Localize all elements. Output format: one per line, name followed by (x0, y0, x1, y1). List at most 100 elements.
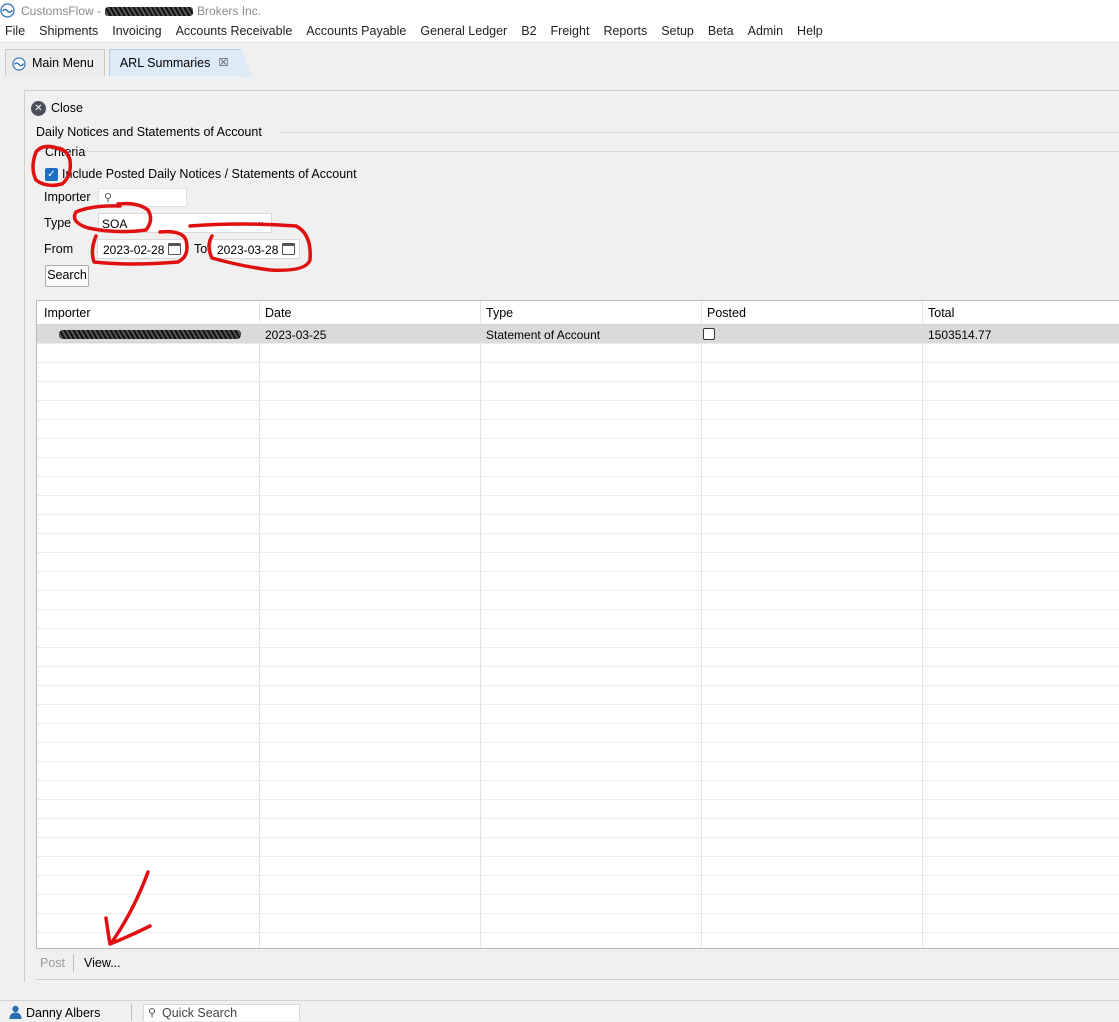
criteria-legend: Criteria (45, 145, 86, 159)
close-label: Close (51, 101, 83, 115)
empty-table-row (37, 439, 1119, 458)
column-header-type[interactable]: Type (486, 306, 513, 320)
menu-b2[interactable]: B2 (514, 22, 543, 42)
search-icon: ⚲ (104, 192, 113, 204)
type-dropdown-value: SOA (102, 217, 128, 231)
from-date-field[interactable]: 2023-02-28 (97, 239, 186, 259)
menu-shipments[interactable]: Shipments (32, 22, 105, 42)
empty-table-row (37, 705, 1119, 724)
user-icon (9, 1005, 22, 1019)
empty-table-row (37, 895, 1119, 914)
chevron-down-icon: ⌄ (256, 216, 265, 227)
importer-search-input[interactable]: ⚲ (98, 188, 187, 207)
empty-table-row (37, 686, 1119, 705)
from-label: From (44, 242, 74, 256)
menu-freight[interactable]: Freight (544, 22, 597, 42)
empty-table-row (37, 838, 1119, 857)
arl-summaries-panel: ✕ Close Daily Notices and Statements of … (24, 90, 1119, 982)
empty-table-row (37, 496, 1119, 515)
empty-table-row (37, 382, 1119, 401)
to-label: To (194, 242, 208, 256)
to-date-value: 2023-03-28 (217, 243, 279, 257)
type-label: Type (44, 216, 72, 230)
app-logo-icon (12, 57, 26, 71)
tab-close-icon[interactable]: ☒ (219, 56, 229, 69)
tab-strip: Main Menu ARL Summaries ☒ (5, 49, 242, 77)
tab-corner (240, 49, 254, 77)
empty-table-row (37, 477, 1119, 496)
include-posted-label: Include Posted Daily Notices / Statement… (62, 167, 357, 181)
tab-main-menu[interactable]: Main Menu (5, 49, 105, 76)
menu-help[interactable]: Help (790, 22, 830, 42)
tab-arl-summaries[interactable]: ARL Summaries ☒ (108, 49, 242, 76)
include-posted-row[interactable]: ✓ Include Posted Daily Notices / Stateme… (45, 167, 357, 181)
app-logo-icon (0, 3, 15, 18)
menu-admin[interactable]: Admin (741, 22, 790, 42)
empty-table-row (37, 534, 1119, 553)
empty-table-row (37, 819, 1119, 838)
empty-table-row (37, 401, 1119, 420)
empty-table-row (37, 743, 1119, 762)
calendar-icon[interactable] (282, 243, 295, 255)
close-button[interactable]: ✕ Close (31, 99, 83, 117)
menu-reports[interactable]: Reports (596, 22, 654, 42)
table-header: Importer Date Type Posted Total (37, 301, 1119, 325)
menu-accounts-payable[interactable]: Accounts Payable (299, 22, 413, 42)
column-header-posted[interactable]: Posted (707, 306, 746, 320)
results-table: Importer Date Type Posted Total 2023-03-… (36, 300, 1119, 949)
empty-table-row (37, 553, 1119, 572)
table-row[interactable]: 2023-03-25 Statement of Account 1503514.… (37, 325, 1119, 344)
menu-general-ledger[interactable]: General Ledger (413, 22, 514, 42)
tab-label: Main Menu (32, 56, 94, 70)
post-button[interactable]: Post (36, 956, 73, 970)
menu-accounts-receivable[interactable]: Accounts Receivable (169, 22, 300, 42)
redacted-company-name (105, 7, 194, 17)
empty-table-row (37, 724, 1119, 743)
search-icon: ⚲ (148, 1007, 157, 1019)
empty-table-row (37, 876, 1119, 895)
type-dropdown[interactable]: SOA ⌄ (98, 213, 272, 233)
menu-file[interactable]: File (0, 22, 32, 42)
search-button[interactable]: Search (45, 265, 89, 287)
empty-table-row (37, 344, 1119, 363)
window-title: CustomsFlow - Brokers Inc. (21, 4, 261, 18)
window-title-prefix: CustomsFlow - (21, 4, 102, 18)
empty-table-row (37, 458, 1119, 477)
empty-table-row (37, 610, 1119, 629)
total-cell: 1503514.77 (928, 328, 992, 342)
empty-table-row (37, 800, 1119, 819)
column-header-date[interactable]: Date (265, 306, 291, 320)
empty-table-row (37, 515, 1119, 534)
to-date-field[interactable]: 2023-03-28 (211, 239, 300, 259)
redacted-importer-cell (59, 330, 241, 339)
view-button[interactable]: View... (74, 956, 121, 970)
empty-table-row (37, 762, 1119, 781)
empty-table-row (37, 667, 1119, 686)
calendar-icon[interactable] (168, 243, 181, 255)
section-divider (280, 132, 1119, 133)
menu-invoicing[interactable]: Invoicing (105, 22, 168, 42)
empty-table-row (37, 629, 1119, 648)
include-posted-checkbox[interactable]: ✓ (45, 167, 58, 181)
empty-table-row (37, 914, 1119, 933)
status-separator (131, 1004, 132, 1021)
empty-table-row (37, 857, 1119, 876)
tab-label: ARL Summaries (119, 56, 211, 70)
status-bar: Danny Albers ⚲ Quick Search (0, 1000, 1119, 1022)
from-date-value: 2023-02-28 (103, 243, 165, 257)
title-bar: CustomsFlow - Brokers Inc. (0, 0, 1119, 22)
date-cell: 2023-03-25 (265, 328, 327, 342)
importer-label: Importer (44, 190, 91, 204)
bottom-actions: Post View... (36, 951, 121, 975)
column-header-total[interactable]: Total (928, 306, 954, 320)
close-icon: ✕ (31, 100, 46, 116)
menu-beta[interactable]: Beta (701, 22, 741, 42)
column-header-importer[interactable]: Importer (44, 306, 91, 320)
posted-checkbox[interactable] (703, 328, 715, 340)
empty-table-row (37, 591, 1119, 610)
empty-table-row (37, 933, 1119, 948)
menu-setup[interactable]: Setup (654, 22, 701, 42)
quick-search-input[interactable]: ⚲ Quick Search (143, 1004, 300, 1021)
workspace: Main Menu ARL Summaries ☒ ✕ Close Daily … (0, 42, 1119, 1000)
panel-bottom-rule (36, 979, 1119, 980)
